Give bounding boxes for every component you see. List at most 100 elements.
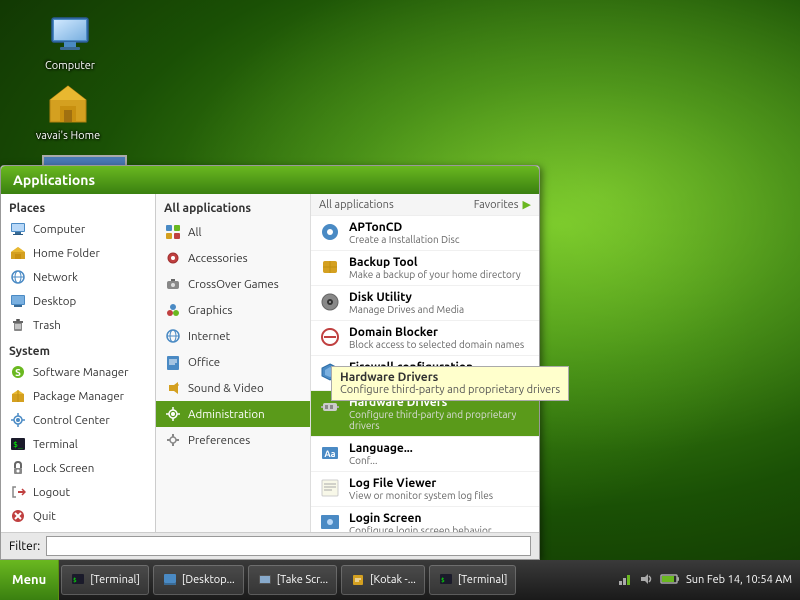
sidebar-desktop-label: Desktop [33,295,76,308]
home-icon [44,80,92,128]
sidebar-item-terminal[interactable]: $_ Terminal [1,432,155,456]
sidebar-item-trash[interactable]: Trash [1,313,155,337]
language-name: Language... [349,442,413,455]
disk-utility-name: Disk Utility [349,291,464,304]
start-label: Menu [12,573,46,587]
sidebar-item-home[interactable]: Home Folder [1,241,155,265]
app-item-language[interactable]: Aa Language... Conf... [311,437,539,472]
aptoncd-icon [319,221,341,243]
home-icon-label: vavai's Home [36,130,100,142]
language-desc: Conf... [349,455,413,466]
home-folder-icon [9,244,27,262]
taskbar-item-kotak[interactable]: [Kotak -... [341,565,425,595]
taskbar-item-desktop1[interactable]: [Desktop... [153,565,244,595]
language-icon: Aa [319,442,341,464]
hardware-drivers-name: Hardware Drivers [349,396,531,409]
disk-utility-desc: Manage Drives and Media [349,304,464,315]
sidebar-item-computer[interactable]: Computer [1,217,155,241]
cat-sound-video[interactable]: Sound & Video [156,375,310,401]
all-icon [164,223,182,241]
computer-icon [46,10,94,58]
filter-label: Filter: [9,540,40,553]
aptoncd-desc: Create a Installation Disc [349,234,459,245]
app-item-aptoncd[interactable]: APTonCD Create a Installation Disc [311,216,539,251]
app-item-log-viewer[interactable]: Log File Viewer View or monitor system l… [311,472,539,507]
sidebar-item-desktop[interactable]: Desktop [1,289,155,313]
cat-accessories[interactable]: Accessories [156,245,310,271]
cat-crossover-label: CrossOver Games [188,278,279,291]
all-apps-label: All applications [319,199,394,211]
graphics-icon [164,301,182,319]
cat-administration[interactable]: Administration [156,401,310,427]
sidebar-item-package-manager[interactable]: Package Manager [1,384,155,408]
app-item-hardware-drivers[interactable]: Hardware Drivers Configure third-party a… [311,391,539,437]
sidebar-network-label: Network [33,271,78,284]
sidebar-package-label: Package Manager [33,390,124,403]
volume-icon[interactable] [638,571,654,590]
cat-graphics-label: Graphics [188,304,232,317]
network-status-icon[interactable] [616,571,632,590]
sidebar-item-software-manager[interactable]: S Software Manager [1,360,155,384]
places-header: Places [1,198,155,217]
hardware-drivers-icon [319,396,341,418]
cat-graphics[interactable]: Graphics [156,297,310,323]
sidebar-item-lock-screen[interactable]: Lock Screen [1,456,155,480]
app-item-disk-utility[interactable]: Disk Utility Manage Drives and Media [311,286,539,321]
menu-title: Applications [13,172,95,188]
sidebar-item-control-center[interactable]: Control Center [1,408,155,432]
taskbar-take-scr-label: [Take Scr... [277,574,328,586]
cat-office[interactable]: Office [156,349,310,375]
menu-header: Applications [1,166,539,194]
firewall-desc: Allows you to configure ufw firewall [349,374,511,385]
app-list-panel[interactable]: All applications Favorites ▶ APTonCD Cre… [311,194,539,532]
taskbar-item-terminal1[interactable]: $ [Terminal] [61,565,149,595]
desktop: Computer vavai's Home [0,0,800,560]
cat-accessories-label: Accessories [188,252,248,265]
domain-blocker-name: Domain Blocker [349,326,524,339]
app-item-backup[interactable]: Backup Tool Make a backup of your home d… [311,251,539,286]
favorites-label: Favorites [474,199,519,211]
taskbar-clock: Sun Feb 14, 10:54 AM [686,574,792,586]
terminal2-icon: $ [438,572,454,588]
sidebar-control-label: Control Center [33,414,110,427]
office-icon [164,353,182,371]
domain-blocker-desc: Block access to selected domain names [349,339,524,350]
all-applications-label: All applications [156,198,310,219]
taskbar-item-terminal2[interactable]: $ [Terminal] [429,565,517,595]
favorites-button[interactable]: Favorites ▶ [474,198,531,211]
taskbar-terminal2-label: [Terminal] [458,574,508,586]
desktop1-icon [162,572,178,588]
taskbar-item-take-scr[interactable]: [Take Scr... [248,565,337,595]
software-manager-icon: S [9,363,27,381]
sidebar-logout-label: Logout [33,486,70,499]
left-panel: Places Computer Home Folder [1,194,156,532]
log-viewer-desc: View or monitor system log files [349,490,493,501]
login-screen-icon [319,512,341,532]
app-item-firewall[interactable]: Firewall configuration Allows you to con… [311,356,539,391]
terminal-icon: $_ [9,435,27,453]
app-item-login-screen[interactable]: Login Screen Configure login screen beha… [311,507,539,532]
app-item-domain-blocker[interactable]: Domain Blocker Block access to selected … [311,321,539,356]
sidebar-trash-label: Trash [33,319,61,332]
crossover-icon [164,275,182,293]
cat-preferences[interactable]: Preferences [156,427,310,453]
computer-desktop-icon[interactable]: Computer [30,10,110,72]
filter-input[interactable] [46,536,531,556]
cat-internet[interactable]: Internet [156,323,310,349]
start-button[interactable]: Menu [0,560,59,600]
sidebar-item-logout[interactable]: Logout [1,480,155,504]
cat-sound-video-label: Sound & Video [188,382,264,395]
svg-text:$: $ [441,577,445,584]
cat-all[interactable]: All [156,219,310,245]
sidebar-item-network[interactable]: Network [1,265,155,289]
domain-blocker-icon [319,326,341,348]
home-desktop-icon[interactable]: vavai's Home [28,80,108,142]
disk-utility-icon [319,291,341,313]
sidebar-item-quit[interactable]: Quit [1,504,155,528]
computer-icon-label: Computer [45,60,95,72]
app-categories-panel: All applications All Accessories [156,194,311,532]
sidebar-terminal-label: Terminal [33,438,78,451]
desktop-icon [9,292,27,310]
cat-crossover[interactable]: CrossOver Games [156,271,310,297]
firewall-name: Firewall configuration [349,361,511,374]
